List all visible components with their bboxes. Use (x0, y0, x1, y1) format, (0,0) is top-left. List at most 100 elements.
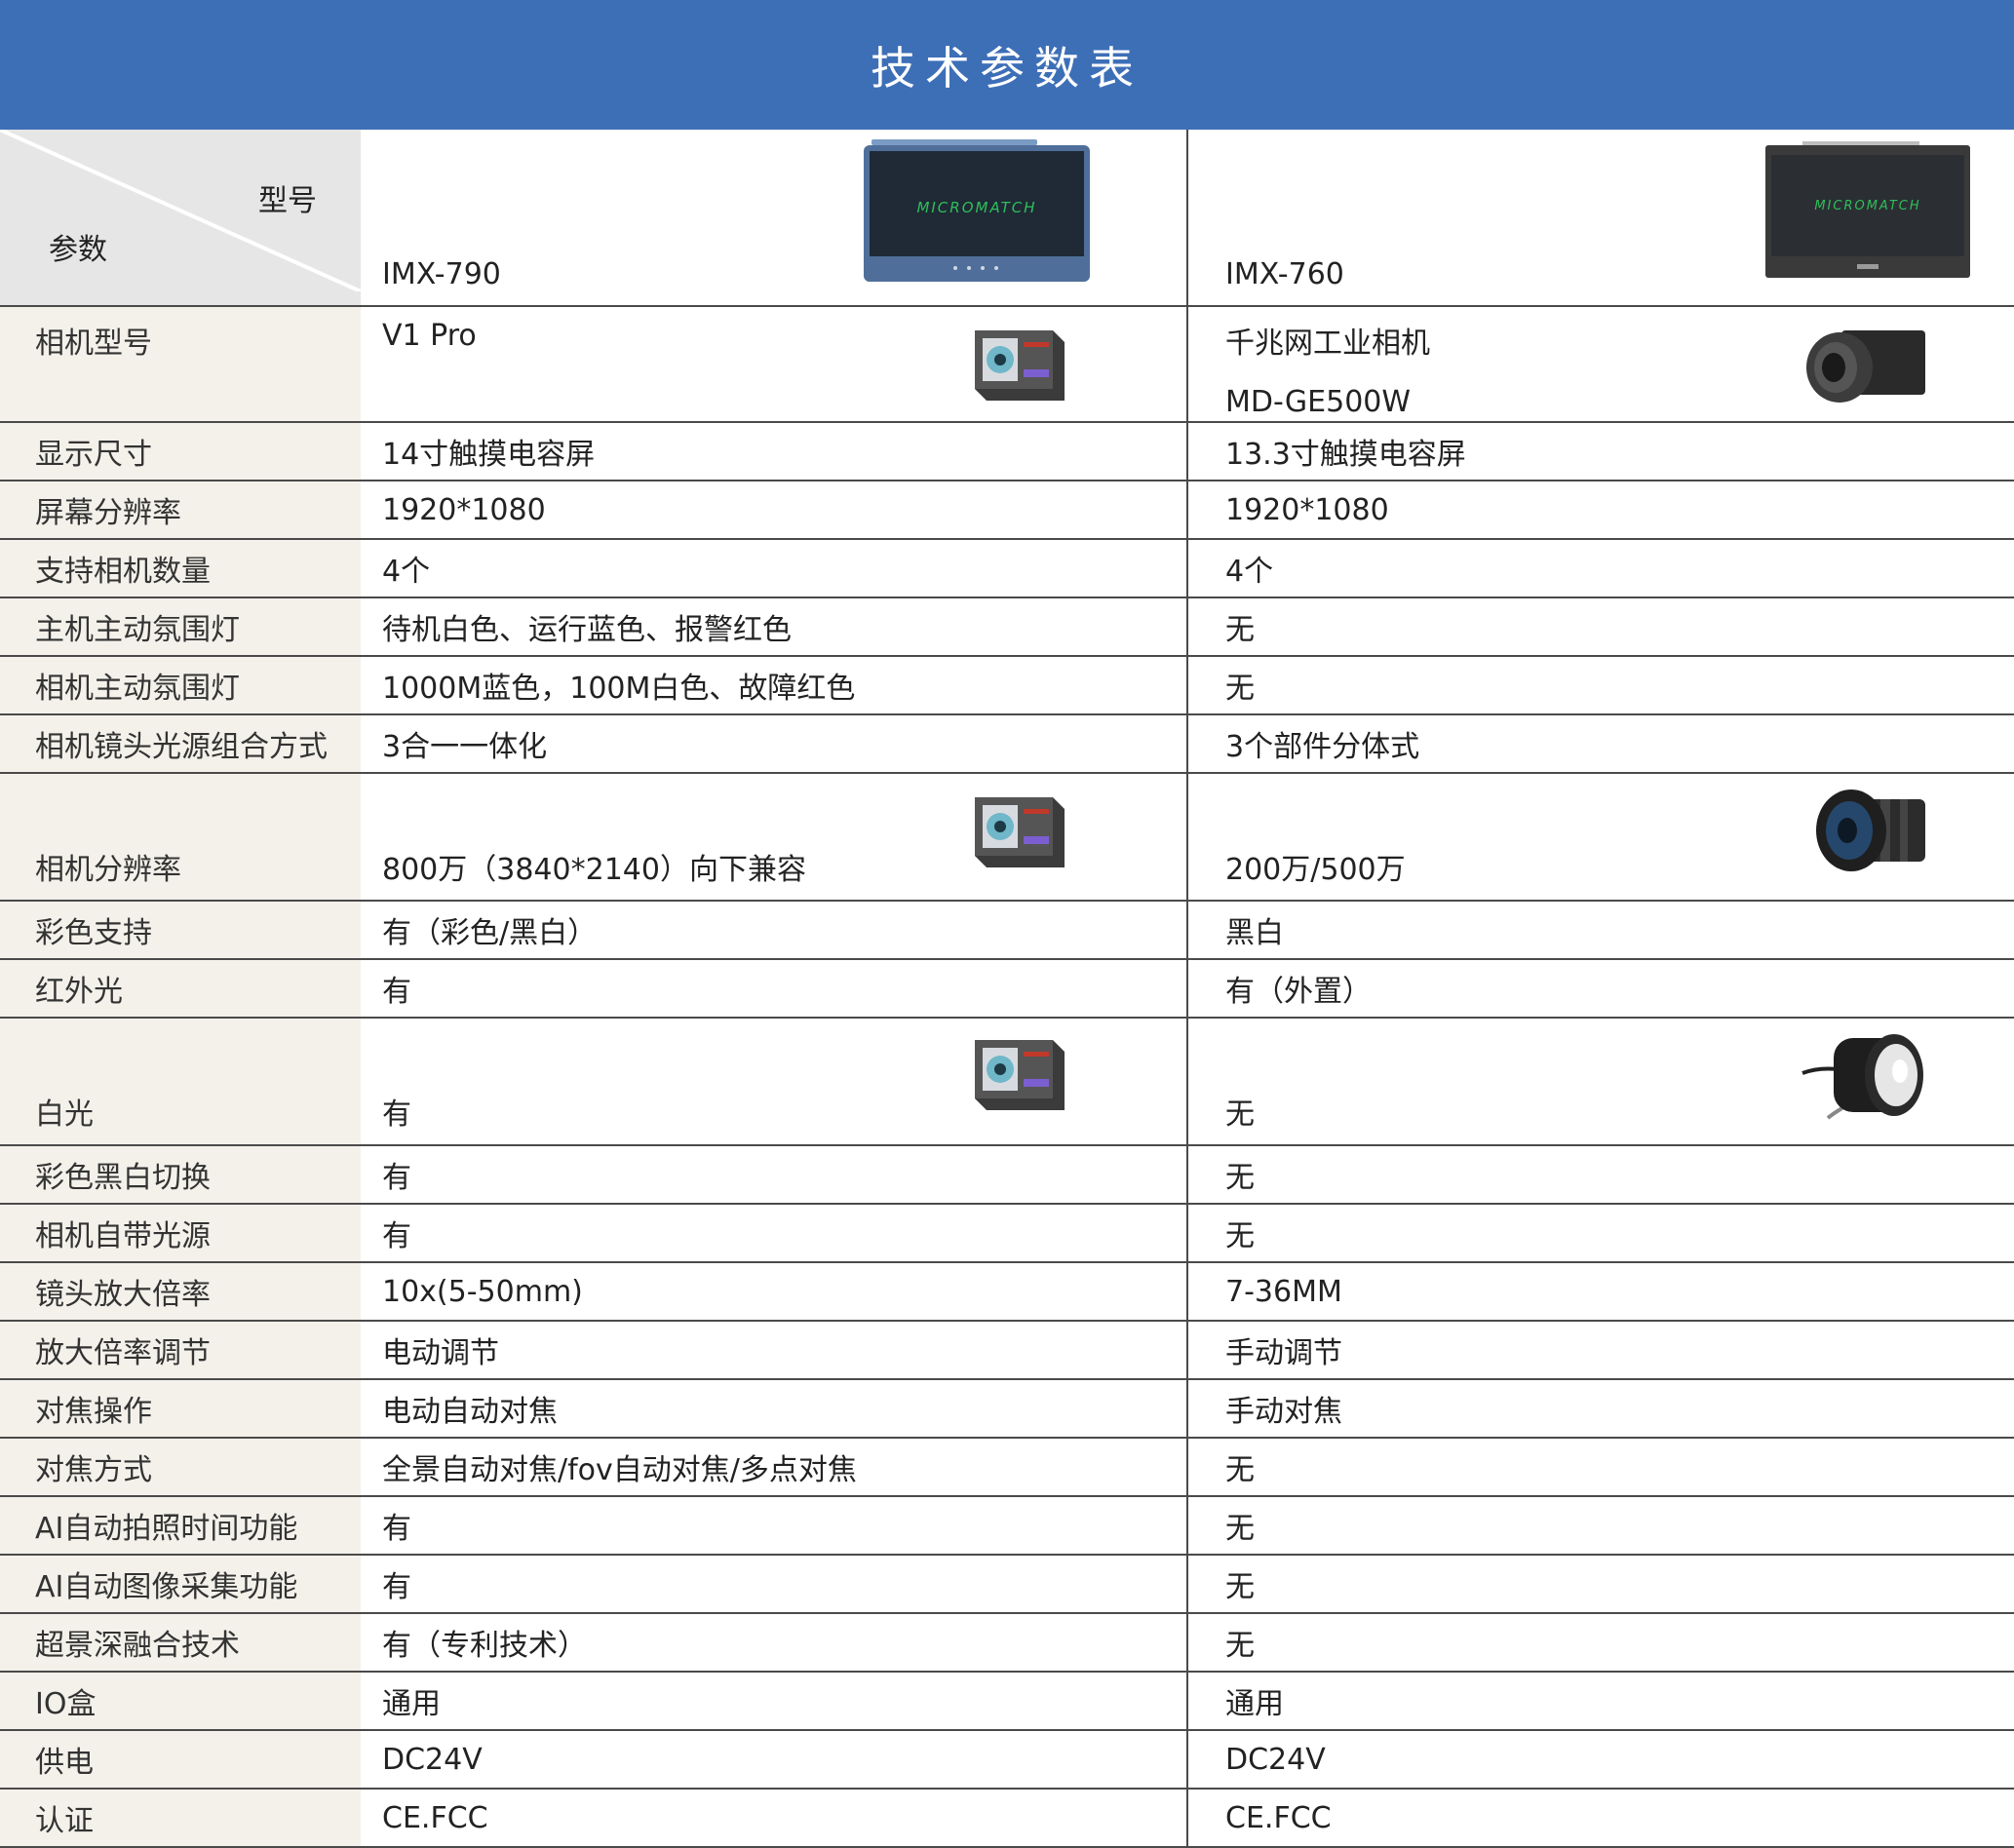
value-a: 待机白色、运行蓝色、报警红色 (361, 597, 1188, 657)
header-model-a: IMX-790 MICROMATCH (361, 130, 1188, 307)
model-a-name: IMX-790 (382, 257, 501, 291)
table-row: 屏幕分辨率 1920*1080 1920*1080 (0, 481, 2014, 540)
corner-model-label: 型号 (258, 184, 317, 218)
value-a: 3合一一体化 (361, 714, 1188, 774)
spec-table: 型号 参数 IMX-790 MICROMATCH IMX-760 MICROMA… (0, 130, 2014, 1848)
value-a: 有（专利技术） (361, 1613, 1188, 1673)
param-label: 主机主动氛围灯 (0, 597, 361, 657)
value-a: 14寸触摸电容屏 (361, 422, 1188, 481)
param-label: 红外光 (0, 959, 361, 1019)
value-a: 电动调节 (361, 1321, 1188, 1380)
value-b: 7-36MM (1187, 1262, 2014, 1322)
table-row: 主机主动氛围灯 待机白色、运行蓝色、报警红色 无 (0, 597, 2014, 657)
header-model-b: IMX-760 MICROMATCH (1187, 130, 2014, 307)
param-label: AI自动拍照时间功能 (0, 1496, 361, 1556)
param-label: 屏幕分辨率 (0, 481, 361, 540)
value-b: 无 (1187, 656, 2014, 715)
header-corner-cell: 型号 参数 (0, 130, 361, 307)
model-b-name: IMX-760 (1225, 257, 1344, 291)
param-label: 供电 (0, 1730, 361, 1790)
value-a: 有 (361, 959, 1188, 1019)
table-row: 红外光 有 有（外置） (0, 959, 2014, 1019)
param-label: 对焦操作 (0, 1379, 361, 1439)
value-a: 有 (361, 1145, 1188, 1205)
camera-v1pro-icon (975, 1040, 1065, 1110)
value-b: 1920*1080 (1187, 481, 2014, 540)
table-row: 对焦方式 全景自动对焦/fov自动对焦/多点对焦 无 (0, 1438, 2014, 1497)
param-label: 相机自带光源 (0, 1204, 361, 1263)
table-row: 放大倍率调节 电动调节 手动调节 (0, 1321, 2014, 1380)
param-label: 彩色黑白切换 (0, 1145, 361, 1205)
value-b: 无 (1187, 597, 2014, 657)
value-b: 4个 (1187, 539, 2014, 598)
table-row: 超景深融合技术 有（专利技术） 无 (0, 1613, 2014, 1673)
monitor-imx760-icon: MICROMATCH (1765, 141, 1970, 278)
value-a: V1 Pro (361, 306, 1188, 423)
value-b: 有（外置） (1187, 959, 2014, 1019)
value-b: 无 (1187, 1145, 2014, 1205)
ring-light-icon (1801, 1034, 1923, 1120)
value-a: 有 (361, 1496, 1188, 1556)
value-b: 13.3寸触摸电容屏 (1187, 422, 2014, 481)
value-a: 1000M蓝色，100M白色、故障红色 (361, 656, 1188, 715)
page-title: 技术参数表 (0, 0, 2014, 130)
table-row: 相机自带光源 有 无 (0, 1204, 2014, 1263)
table-row: AI自动拍照时间功能 有 无 (0, 1496, 2014, 1556)
param-label: 放大倍率调节 (0, 1321, 361, 1380)
param-label: 相机主动氛围灯 (0, 656, 361, 715)
table-row: 相机分辨率 800万（3840*2140）向下兼容 200万/500万 (0, 773, 2014, 902)
param-label: AI自动图像采集功能 (0, 1555, 361, 1614)
table-row: 认证 CE.FCC CE.FCC (0, 1789, 2014, 1848)
table-row: 彩色支持 有（彩色/黑白） 黑白 (0, 901, 2014, 960)
table-row: 支持相机数量 4个 4个 (0, 539, 2014, 598)
table-row: 显示尺寸 14寸触摸电容屏 13.3寸触摸电容屏 (0, 422, 2014, 481)
value-a: CE.FCC (361, 1789, 1188, 1848)
value-a-text: V1 Pro (382, 319, 477, 353)
param-label: 相机镜头光源组合方式 (0, 714, 361, 774)
param-label: 相机分辨率 (0, 773, 361, 902)
value-a: 10x(5-50mm) (361, 1262, 1188, 1322)
value-b: CE.FCC (1187, 1789, 2014, 1848)
value-b-text: 千兆网工业相机 (1225, 327, 1430, 361)
camera-mdge500w-icon (1806, 330, 1925, 403)
value-b-text: 200万/500万 (1225, 853, 1406, 887)
table-row: 相机型号 V1 Pro 千兆网工业相机 MD-GE500W (0, 306, 2014, 423)
value-b: 手动对焦 (1187, 1379, 2014, 1439)
value-a: 有（彩色/黑白） (361, 901, 1188, 960)
brand-logo: MICROMATCH (916, 199, 1036, 216)
value-b: 无 (1187, 1496, 2014, 1556)
param-label: 超景深融合技术 (0, 1613, 361, 1673)
table-header-row: 型号 参数 IMX-790 MICROMATCH IMX-760 MICROMA… (0, 130, 2014, 307)
value-b: 无 (1187, 1204, 2014, 1263)
value-a: 通用 (361, 1672, 1188, 1731)
param-label: 彩色支持 (0, 901, 361, 960)
table-row: 供电 DC24V DC24V (0, 1730, 2014, 1790)
value-a: 全景自动对焦/fov自动对焦/多点对焦 (361, 1438, 1188, 1497)
param-label: 认证 (0, 1789, 361, 1848)
table-row: 彩色黑白切换 有 无 (0, 1145, 2014, 1205)
value-a: 800万（3840*2140）向下兼容 (361, 773, 1188, 902)
value-a: DC24V (361, 1730, 1188, 1790)
table-row: 镜头放大倍率 10x(5-50mm) 7-36MM (0, 1262, 2014, 1322)
value-b: 3个部件分体式 (1187, 714, 2014, 774)
value-a: 有 (361, 1204, 1188, 1263)
value-b-text: 无 (1225, 1097, 1255, 1132)
camera-v1pro-icon (975, 330, 1065, 401)
table-row: 相机镜头光源组合方式 3合一一体化 3个部件分体式 (0, 714, 2014, 774)
value-b: DC24V (1187, 1730, 2014, 1790)
value-b: 无 (1187, 1018, 2014, 1146)
table-row: AI自动图像采集功能 有 无 (0, 1555, 2014, 1614)
brand-logo: MICROMATCH (1814, 199, 1920, 213)
param-label: 对焦方式 (0, 1438, 361, 1497)
table-row: 相机主动氛围灯 1000M蓝色，100M白色、故障红色 无 (0, 656, 2014, 715)
param-label: IO盒 (0, 1672, 361, 1731)
corner-param-label: 参数 (49, 233, 107, 267)
value-b: 200万/500万 (1187, 773, 2014, 902)
table-row: IO盒 通用 通用 (0, 1672, 2014, 1731)
value-b: 无 (1187, 1613, 2014, 1673)
value-b: 无 (1187, 1438, 2014, 1497)
param-label: 支持相机数量 (0, 539, 361, 598)
value-b: 通用 (1187, 1672, 2014, 1731)
table-row: 白光 有 无 (0, 1018, 2014, 1146)
value-b: 千兆网工业相机 MD-GE500W (1187, 306, 2014, 423)
